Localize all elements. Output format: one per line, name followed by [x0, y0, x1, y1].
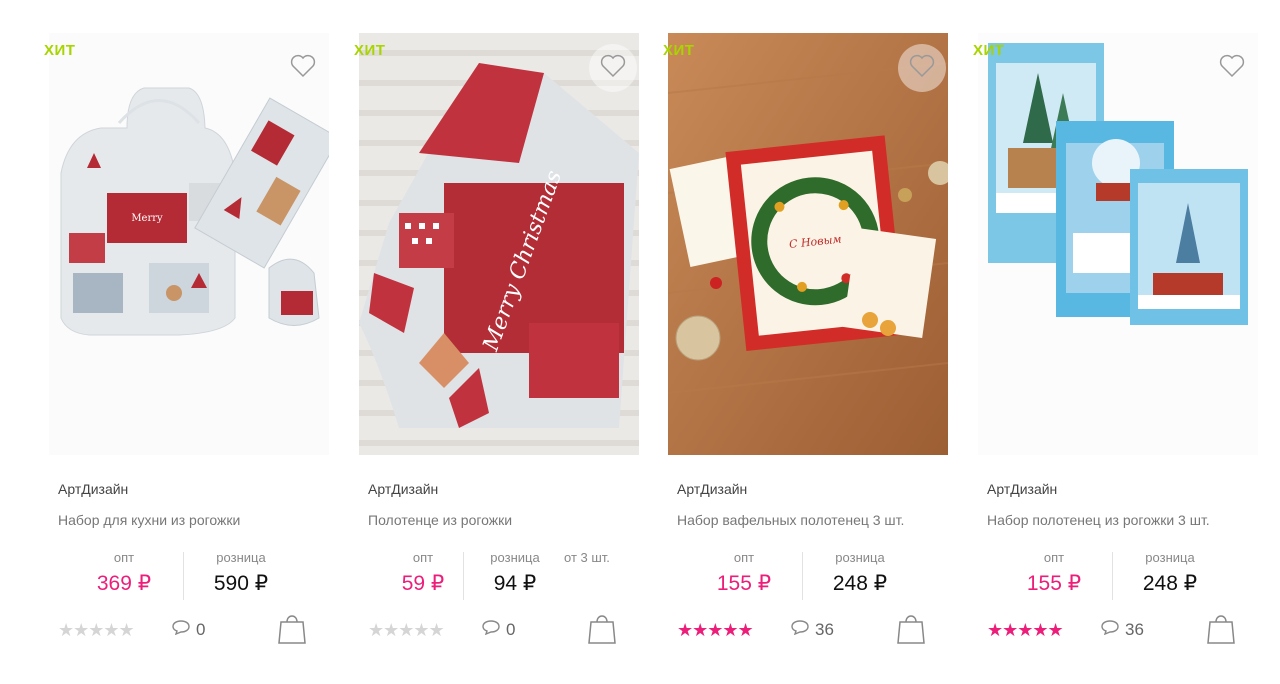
- shopping-bag-icon: [277, 615, 307, 649]
- speech-bubble-icon: [481, 619, 501, 640]
- speech-bubble-icon: [1100, 619, 1120, 640]
- add-to-cart-button[interactable]: [1206, 611, 1236, 645]
- comments-link[interactable]: 36: [790, 619, 834, 640]
- comments-count: 0: [196, 619, 206, 639]
- retail-price: 94 ₽: [493, 572, 537, 595]
- speech-bubble-icon: [171, 619, 191, 640]
- price-block: опт 59 ₽ розница 94 ₽ от 3 шт.: [359, 550, 639, 606]
- price-block: опт 155 ₽ розница 248 ₽: [978, 550, 1258, 606]
- retail-price-label: розница: [835, 550, 885, 565]
- rating-stars: ★★★★★: [368, 620, 445, 640]
- rating-stars: ★★★★★: [987, 620, 1064, 640]
- comments-link[interactable]: 0: [481, 619, 515, 640]
- product-brand[interactable]: АртДизайн: [677, 481, 747, 497]
- product-brand[interactable]: АртДизайн: [368, 481, 438, 497]
- product-card[interactable]: С Новым ХИТ АртДизайн Набор вафельных по…: [663, 33, 948, 653]
- add-to-cart-button[interactable]: [587, 611, 617, 645]
- card-footer: ★★★★★ 0: [49, 610, 329, 646]
- product-title[interactable]: Набор полотенец из рогожки 3 шт.: [987, 512, 1210, 528]
- retail-price: 248 ₽: [832, 572, 888, 595]
- opt-price-label: опт: [412, 550, 434, 565]
- price-divider: [463, 552, 464, 600]
- retail-price-label: розница: [490, 550, 540, 565]
- opt-price: 155 ₽: [1026, 572, 1082, 595]
- product-image-waffle-towels[interactable]: С Новым: [668, 33, 948, 455]
- favorite-button[interactable]: [279, 44, 327, 92]
- svg-text:Merry: Merry: [131, 213, 163, 224]
- retail-price: 590 ₽: [213, 572, 269, 595]
- comments-count: 0: [506, 619, 516, 639]
- price-block: опт 369 ₽ розница 590 ₽: [49, 550, 329, 606]
- product-card[interactable]: ХИТ АртДизайн Набор полотенец из рогожки…: [973, 33, 1258, 653]
- price-block: опт 155 ₽ розница 248 ₽: [668, 550, 948, 606]
- product-grid: Merry ХИТ АртДизайн Набор для кухни из р…: [0, 0, 1280, 684]
- comments-count: 36: [1125, 619, 1144, 639]
- price-divider: [802, 552, 803, 600]
- shopping-bag-icon: [1206, 615, 1236, 649]
- opt-price-label: опт: [113, 550, 135, 565]
- hit-badge: ХИТ: [663, 42, 695, 59]
- opt-price-label: опт: [733, 550, 755, 565]
- opt-price: 59 ₽: [401, 572, 445, 595]
- favorite-button[interactable]: [898, 44, 946, 92]
- retail-price: 248 ₽: [1142, 572, 1198, 595]
- min-quantity: от 3 шт.: [564, 550, 610, 565]
- product-title[interactable]: Набор вафельных полотенец 3 шт.: [677, 512, 904, 528]
- shopping-bag-icon: [587, 615, 617, 649]
- hit-badge: ХИТ: [973, 42, 1005, 59]
- product-brand[interactable]: АртДизайн: [987, 481, 1057, 497]
- opt-price: 155 ₽: [716, 572, 772, 595]
- product-image-towel-set[interactable]: [978, 33, 1258, 455]
- favorite-button[interactable]: [589, 44, 637, 92]
- add-to-cart-button[interactable]: [277, 611, 307, 645]
- heart-outline-icon: [1219, 54, 1245, 83]
- speech-bubble-icon: [790, 619, 810, 640]
- card-footer: ★★★★★ 36: [668, 610, 948, 646]
- shopping-bag-icon: [896, 615, 926, 649]
- product-card[interactable]: Merry ХИТ АртДизайн Набор для кухни из р…: [44, 33, 329, 653]
- heart-outline-icon: [909, 54, 935, 83]
- hit-badge: ХИТ: [354, 42, 386, 59]
- comments-link[interactable]: 36: [1100, 619, 1144, 640]
- opt-price: 369 ₽: [96, 572, 152, 595]
- opt-price-label: опт: [1043, 550, 1065, 565]
- product-brand[interactable]: АртДизайн: [58, 481, 128, 497]
- favorite-button[interactable]: [1208, 44, 1256, 92]
- comments-link[interactable]: 0: [171, 619, 205, 640]
- rating-stars: ★★★★★: [58, 620, 135, 640]
- retail-price-label: розница: [216, 550, 266, 565]
- product-title[interactable]: Полотенце из рогожки: [368, 512, 512, 528]
- product-image-towel[interactable]: Merry Christmas: [359, 33, 639, 455]
- card-footer: ★★★★★ 0: [359, 610, 639, 646]
- heart-outline-icon: [290, 54, 316, 83]
- card-footer: ★★★★★ 36: [978, 610, 1258, 646]
- product-card[interactable]: Merry Christmas ХИТ АртДизайн Полотенце …: [354, 33, 639, 653]
- rating-stars: ★★★★★: [677, 620, 754, 640]
- heart-outline-icon: [600, 54, 626, 83]
- price-divider: [1112, 552, 1113, 600]
- comments-count: 36: [815, 619, 834, 639]
- hit-badge: ХИТ: [44, 42, 76, 59]
- product-title[interactable]: Набор для кухни из рогожки: [58, 512, 240, 528]
- add-to-cart-button[interactable]: [896, 611, 926, 645]
- retail-price-label: розница: [1145, 550, 1195, 565]
- price-divider: [183, 552, 184, 600]
- product-image-apron-set[interactable]: Merry: [49, 33, 329, 455]
